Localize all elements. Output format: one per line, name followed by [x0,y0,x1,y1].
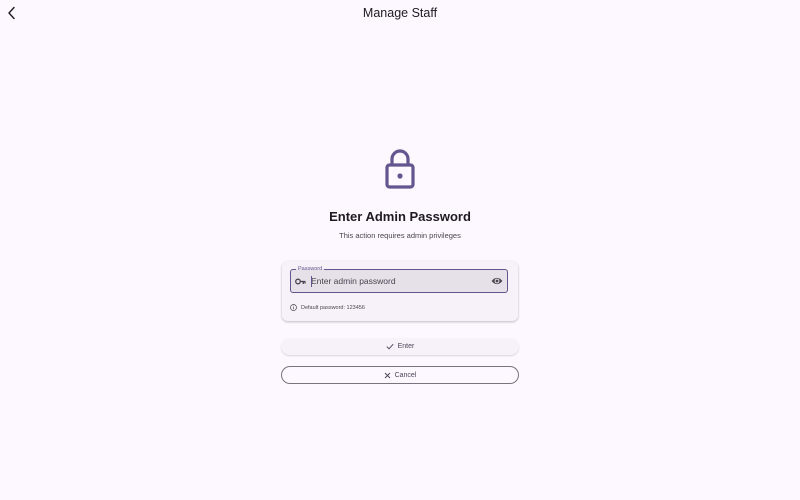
eye-icon[interactable] [491,276,503,286]
dialog-heading: Enter Admin Password [329,209,471,224]
password-input[interactable] [311,274,489,288]
check-icon [386,343,394,350]
password-field-label: Password [296,265,325,273]
enter-button[interactable]: Enter [281,338,519,355]
key-icon [295,278,306,285]
password-hint: Default password: 123456 [290,304,365,311]
enter-button-label: Enter [397,343,415,350]
app-bar: Manage Staff [0,0,800,28]
close-icon [384,372,390,378]
app-window: Manage Staff Enter Admin Password This a… [0,0,800,500]
cancel-button-label: Cancel [394,371,417,379]
lock-icon [385,149,415,189]
info-icon [290,304,297,311]
dialog-subheading: This action requires admin privileges [339,231,461,240]
cancel-button[interactable]: Cancel [281,366,519,384]
password-hint-text: Default password: 123456 [301,304,365,311]
password-field[interactable]: Password [290,265,508,293]
password-card: Password Default password: 123456 [282,261,518,321]
page-title: Manage Staff [362,6,438,20]
text-caret [311,276,312,287]
